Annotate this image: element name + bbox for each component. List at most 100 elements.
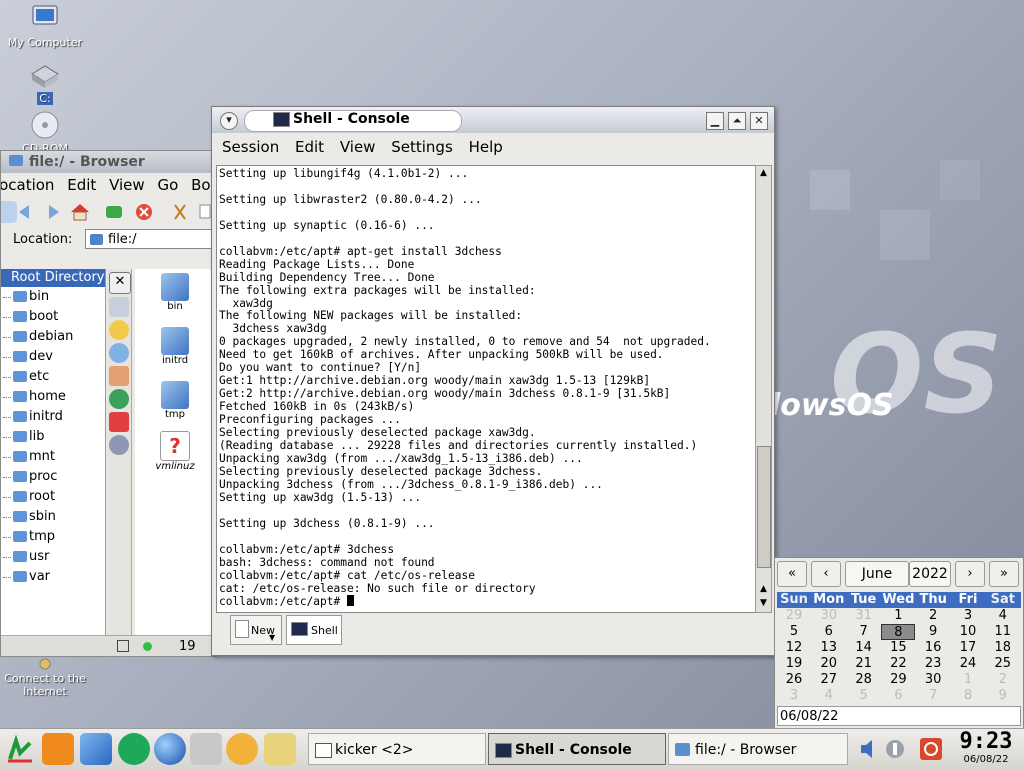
menu-view[interactable]: View bbox=[340, 138, 376, 156]
calendar-day[interactable]: 4 bbox=[986, 608, 1020, 624]
calendar-day[interactable]: 15 bbox=[881, 640, 915, 656]
menu-session[interactable]: Session bbox=[222, 138, 279, 156]
file-item-vmlinuz[interactable]: ? vmlinuz bbox=[145, 431, 205, 472]
desktop-icon-c-drive[interactable]: C: bbox=[0, 60, 90, 105]
volume-icon[interactable] bbox=[858, 733, 878, 765]
life-vest-icon[interactable] bbox=[42, 733, 74, 765]
calendar-day[interactable]: 31 bbox=[847, 608, 881, 624]
scroll-up-arrow-icon[interactable]: ▲ bbox=[756, 582, 771, 596]
calendar-day[interactable]: 30 bbox=[916, 672, 950, 688]
menu-settings[interactable]: Settings bbox=[391, 138, 453, 156]
date-field[interactable]: 06/08/22 bbox=[777, 706, 1021, 726]
calendar-day[interactable]: 24 bbox=[951, 656, 985, 672]
calendar-day[interactable]: 6 bbox=[812, 624, 846, 640]
tree-item-lib[interactable]: lib bbox=[1, 427, 105, 447]
close-icon[interactable]: ✕ bbox=[109, 272, 131, 294]
calendar-day[interactable]: 22 bbox=[881, 656, 915, 672]
network-globe-icon[interactable] bbox=[109, 389, 129, 409]
paintbrush-icon[interactable] bbox=[264, 733, 296, 765]
tree-item-usr[interactable]: usr bbox=[1, 547, 105, 567]
reload-icon[interactable] bbox=[103, 201, 125, 223]
calendar-day-selected[interactable]: 8 bbox=[881, 624, 916, 640]
previous-year-button[interactable]: « bbox=[777, 561, 807, 587]
calendar-day[interactable]: 2 bbox=[986, 672, 1020, 688]
minimize-button[interactable]: ▁ bbox=[706, 112, 724, 130]
terminal-scrollbar[interactable]: ▲ ▲ ▼ bbox=[755, 165, 772, 613]
next-year-button[interactable]: » bbox=[989, 561, 1019, 587]
maximize-button[interactable]: ⏶ bbox=[728, 112, 746, 130]
console-window[interactable]: ▾ Shell - Console ▁ ⏶ ✕ Session Edit Vie… bbox=[211, 106, 775, 656]
globe-icon[interactable] bbox=[154, 733, 186, 765]
power-button[interactable] bbox=[918, 733, 944, 765]
back-arrow-icon[interactable] bbox=[15, 201, 37, 223]
calendar-day[interactable]: 8 bbox=[951, 688, 985, 704]
menu-edit[interactable]: Edit bbox=[295, 138, 324, 156]
calendar-day[interactable]: 7 bbox=[916, 688, 950, 704]
new-session-button[interactable]: New ▼ bbox=[230, 615, 282, 645]
calendar-day[interactable]: 10 bbox=[951, 624, 985, 640]
tree-item-dev[interactable]: dev bbox=[1, 347, 105, 367]
file-cabinet-icon[interactable] bbox=[190, 733, 222, 765]
calendar-day[interactable]: 23 bbox=[916, 656, 950, 672]
calendar-day[interactable]: 14 bbox=[847, 640, 881, 656]
calendar-day[interactable]: 30 bbox=[812, 608, 846, 624]
desktop-icon-my-computer[interactable]: My Computer bbox=[0, 4, 90, 49]
calendar-day[interactable]: 21 bbox=[847, 656, 881, 672]
task-shell-console[interactable]: Shell - Console bbox=[488, 733, 666, 765]
calendar-day[interactable]: 16 bbox=[916, 640, 950, 656]
calendar-day[interactable]: 20 bbox=[812, 656, 846, 672]
calendar-day[interactable]: 11 bbox=[986, 624, 1020, 640]
calendar-day[interactable]: 4 bbox=[812, 688, 846, 704]
runner-icon[interactable] bbox=[118, 733, 150, 765]
file-item-tmp[interactable]: tmp bbox=[145, 381, 205, 420]
tree-item-boot[interactable]: boot bbox=[1, 307, 105, 327]
home-icon[interactable] bbox=[69, 201, 91, 223]
browser-window[interactable]: file:/ - Browser Location Edit View Go B… bbox=[0, 150, 217, 657]
scroll-up-arrow-icon[interactable]: ▲ bbox=[756, 166, 771, 180]
calendar-day[interactable]: 3 bbox=[777, 688, 811, 704]
calendar-day[interactable]: 3 bbox=[951, 608, 985, 624]
wrench-icon[interactable] bbox=[109, 297, 129, 317]
month-selector[interactable]: June bbox=[845, 561, 909, 587]
calendar-day[interactable]: 9 bbox=[916, 624, 950, 640]
services-icon[interactable] bbox=[109, 435, 129, 455]
calendar-day[interactable]: 18 bbox=[986, 640, 1020, 656]
close-button[interactable]: ✕ bbox=[750, 112, 768, 130]
network-status-icon[interactable] bbox=[884, 733, 906, 765]
calendar-day[interactable]: 6 bbox=[881, 688, 915, 704]
window-menu-button[interactable]: ▾ bbox=[220, 112, 238, 130]
menu-location[interactable]: Location bbox=[1, 176, 54, 194]
calendar-day[interactable]: 19 bbox=[777, 656, 811, 672]
forward-arrow-icon[interactable] bbox=[41, 201, 63, 223]
tree-item-debian[interactable]: debian bbox=[1, 327, 105, 347]
stop-icon[interactable] bbox=[133, 201, 155, 223]
calendar-day[interactable]: 29 bbox=[881, 672, 915, 688]
file-item-initrd[interactable]: initrd bbox=[145, 327, 205, 366]
calendar-day[interactable]: 13 bbox=[812, 640, 846, 656]
calendar-day[interactable]: 7 bbox=[847, 624, 881, 640]
browser-titlebar[interactable]: file:/ - Browser bbox=[1, 151, 216, 173]
previous-month-button[interactable]: ‹ bbox=[811, 561, 841, 587]
next-month-button[interactable]: › bbox=[955, 561, 985, 587]
calendar-day[interactable]: 29 bbox=[777, 608, 811, 624]
start-menu-button[interactable] bbox=[4, 733, 36, 765]
tree-item-etc[interactable]: etc bbox=[1, 367, 105, 387]
desktop-icon-cdrom[interactable]: CD-ROM bbox=[0, 110, 90, 150]
location-input[interactable]: file:/ bbox=[85, 229, 216, 249]
desktop-icon-connect-internet[interactable]: Connect to the Internet bbox=[0, 658, 90, 698]
tree-item-tmp[interactable]: tmp bbox=[1, 527, 105, 547]
home-folder-icon[interactable] bbox=[109, 366, 129, 386]
calendar-day[interactable]: 25 bbox=[986, 656, 1020, 672]
menu-edit[interactable]: Edit bbox=[67, 176, 96, 194]
calendar-day[interactable]: 1 bbox=[951, 672, 985, 688]
menu-view[interactable]: View bbox=[109, 176, 145, 194]
tree-item-sbin[interactable]: sbin bbox=[1, 507, 105, 527]
calendar-day[interactable]: 2 bbox=[916, 608, 950, 624]
calendar-day[interactable]: 5 bbox=[777, 624, 811, 640]
calendar-day[interactable]: 17 bbox=[951, 640, 985, 656]
tree-item-bin[interactable]: bin bbox=[1, 287, 105, 307]
bookmark-star-icon[interactable] bbox=[109, 320, 129, 340]
menu-help[interactable]: Help bbox=[469, 138, 503, 156]
tree-item-proc[interactable]: proc bbox=[1, 467, 105, 487]
tree-root[interactable]: Root Directory bbox=[1, 269, 105, 287]
